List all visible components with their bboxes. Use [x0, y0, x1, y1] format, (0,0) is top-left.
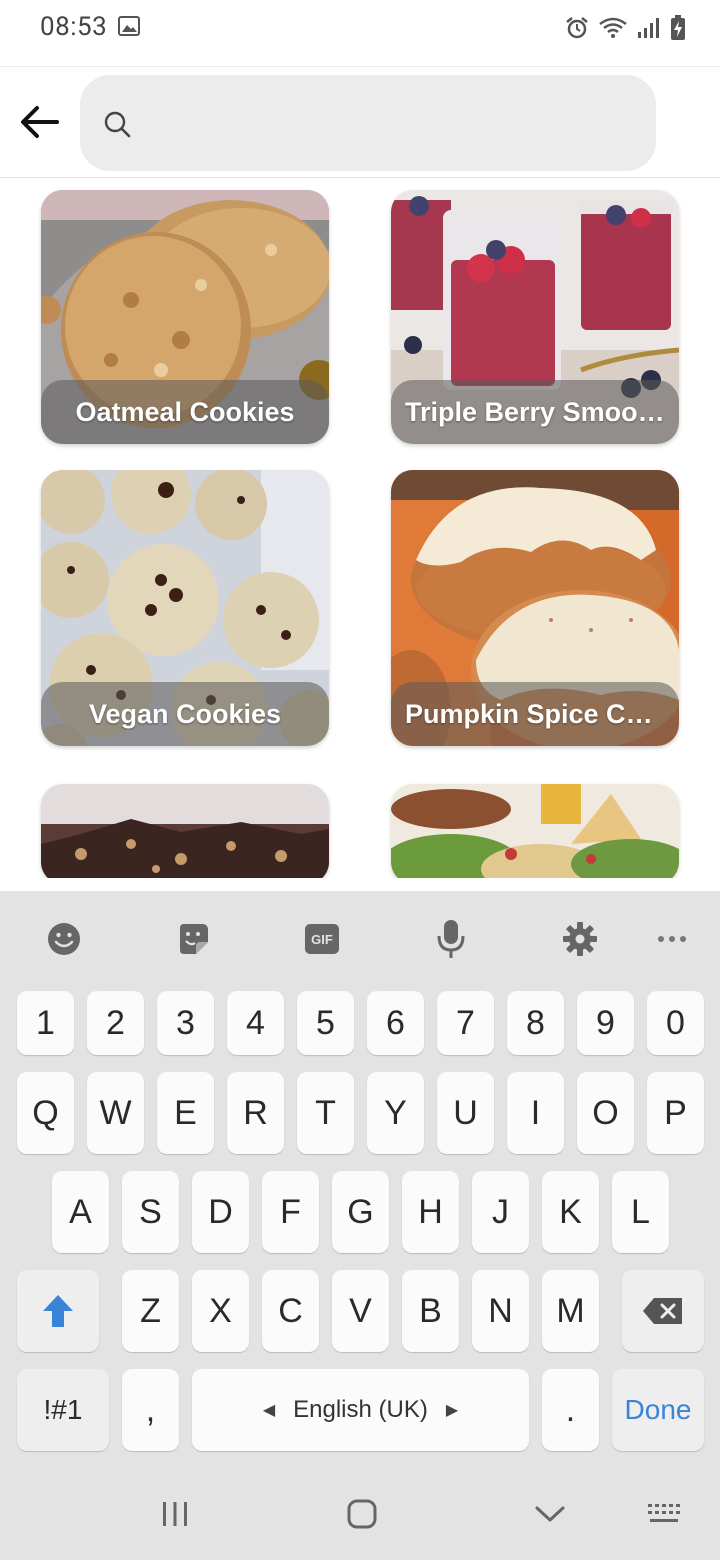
arrow-left-icon: [21, 106, 59, 138]
microphone-icon: [437, 920, 465, 958]
recipe-grid: Oatmeal Cookies Triple Berry Smoot… Vega…: [0, 178, 720, 878]
system-nav-bar: [0, 1468, 720, 1560]
symbols-key[interactable]: !#1: [17, 1369, 109, 1451]
alarm-icon: [566, 17, 588, 39]
voice-input-button[interactable]: [431, 919, 471, 959]
key-d[interactable]: D: [192, 1171, 249, 1253]
backspace-icon: [643, 1298, 682, 1324]
keyboard-switch-button[interactable]: [644, 1494, 684, 1534]
gear-icon: [563, 922, 597, 956]
settings-button[interactable]: [560, 919, 600, 959]
key-o[interactable]: O: [577, 1072, 634, 1154]
key-p[interactable]: P: [647, 1072, 704, 1154]
gif-icon: GIF: [305, 924, 339, 954]
period-key[interactable]: .: [542, 1369, 599, 1451]
key-v[interactable]: V: [332, 1270, 389, 1352]
key-s[interactable]: S: [122, 1171, 179, 1253]
key-4[interactable]: 4: [227, 991, 284, 1055]
signal-icon: [638, 18, 659, 38]
battery-charging-icon: [671, 15, 685, 40]
key-c[interactable]: C: [262, 1270, 319, 1352]
comma-key[interactable]: ,: [122, 1369, 179, 1451]
shift-key[interactable]: [17, 1270, 99, 1352]
emoji-icon: [48, 923, 80, 955]
search-input[interactable]: [144, 93, 634, 153]
recipe-card-oatmeal-cookies[interactable]: Oatmeal Cookies: [41, 190, 329, 444]
on-screen-keyboard: G I F 1 2 3 4 5 6 7 8 9 0 Q W E R T Y U I …: [0, 891, 720, 1560]
recipe-card-triple-berry-smoothie[interactable]: Triple Berry Smoot…: [391, 190, 679, 444]
status-icons: [564, 14, 686, 42]
search-bar[interactable]: [80, 75, 656, 171]
status-bar: 08:53: [0, 0, 720, 56]
recipe-image: [391, 784, 679, 878]
space-language-label: English (UK): [293, 1396, 428, 1423]
search-icon: [104, 111, 131, 138]
recipe-card-pumpkin-spice-cookies[interactable]: Pumpkin Spice Co…: [391, 470, 679, 746]
key-a[interactable]: A: [52, 1171, 109, 1253]
recipe-card-title: Pumpkin Spice Co…: [391, 682, 679, 746]
key-b[interactable]: B: [402, 1270, 459, 1352]
key-i[interactable]: I: [507, 1072, 564, 1154]
key-7[interactable]: 7: [437, 991, 494, 1055]
key-j[interactable]: J: [472, 1171, 529, 1253]
recipe-card-partial-tacos[interactable]: [391, 784, 679, 878]
key-x[interactable]: X: [192, 1270, 249, 1352]
key-h[interactable]: H: [402, 1171, 459, 1253]
key-n[interactable]: N: [472, 1270, 529, 1352]
sticker-icon: [180, 924, 208, 954]
chevron-left-icon: ◀: [262, 1402, 276, 1419]
space-key[interactable]: ◀ English (UK) ▶: [192, 1369, 529, 1451]
key-u[interactable]: U: [437, 1072, 494, 1154]
recipe-card-vegan-cookies[interactable]: Vegan Cookies: [41, 470, 329, 746]
key-l[interactable]: L: [612, 1171, 669, 1253]
more-options-button[interactable]: [652, 919, 692, 959]
search-header: [0, 66, 720, 178]
back-button[interactable]: [14, 97, 64, 147]
key-0[interactable]: 0: [647, 991, 704, 1055]
key-9[interactable]: 9: [577, 991, 634, 1055]
key-2[interactable]: 2: [87, 991, 144, 1055]
shift-arrow-icon: [43, 1295, 73, 1327]
key-q[interactable]: Q: [17, 1072, 74, 1154]
gif-label: GIF: [311, 931, 333, 947]
key-m[interactable]: M: [542, 1270, 599, 1352]
key-3[interactable]: 3: [157, 991, 214, 1055]
done-key[interactable]: Done: [612, 1369, 704, 1451]
chevron-right-icon: ▶: [445, 1402, 459, 1419]
sticker-button[interactable]: [173, 919, 213, 959]
backspace-key[interactable]: [622, 1270, 704, 1352]
key-z[interactable]: Z: [122, 1270, 179, 1352]
home-icon: [347, 1499, 377, 1529]
recents-button[interactable]: [155, 1494, 195, 1534]
recipe-card-partial-bark[interactable]: [41, 784, 329, 878]
emoji-button[interactable]: [44, 919, 84, 959]
status-time: 08:53: [40, 12, 108, 42]
recipe-image: [41, 784, 329, 878]
key-8[interactable]: 8: [507, 991, 564, 1055]
recipe-card-title: Triple Berry Smoot…: [391, 380, 679, 444]
key-w[interactable]: W: [87, 1072, 144, 1154]
wifi-icon: [599, 17, 627, 38]
key-t[interactable]: T: [297, 1072, 354, 1154]
key-5[interactable]: 5: [297, 991, 354, 1055]
key-6[interactable]: 6: [367, 991, 424, 1055]
key-y[interactable]: Y: [367, 1072, 424, 1154]
back-chevron-icon: [535, 1506, 565, 1522]
recents-icon: [163, 1502, 187, 1526]
key-g[interactable]: G: [332, 1171, 389, 1253]
gif-button[interactable]: GIF: [302, 919, 342, 959]
key-e[interactable]: E: [157, 1072, 214, 1154]
recipe-card-title: Vegan Cookies: [41, 682, 329, 746]
home-button[interactable]: [342, 1494, 382, 1534]
key-f[interactable]: F: [262, 1171, 319, 1253]
key-k[interactable]: K: [542, 1171, 599, 1253]
key-1[interactable]: 1: [17, 991, 74, 1055]
gallery-notification-icon: [118, 16, 140, 36]
back-nav-button[interactable]: [530, 1494, 570, 1534]
key-r[interactable]: R: [227, 1072, 284, 1154]
more-icon: [658, 936, 686, 942]
keyboard-toolbar: GIF: [0, 891, 720, 987]
keyboard-icon: [648, 1504, 680, 1522]
recipe-card-title: Oatmeal Cookies: [41, 380, 329, 444]
